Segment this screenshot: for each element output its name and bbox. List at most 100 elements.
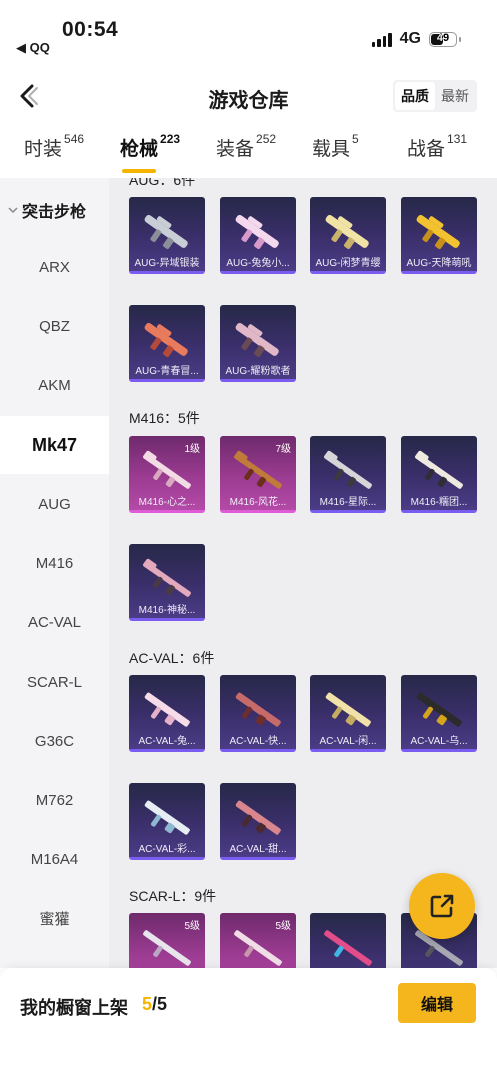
sidebar-item-mk47[interactable]: Mk47 (0, 416, 109, 474)
gun-icon (235, 692, 281, 727)
gun-icon (144, 214, 188, 249)
share-export-icon (430, 894, 454, 918)
gun-icon (143, 930, 191, 966)
status-time: 00:54 (62, 18, 119, 41)
gun-icon (416, 692, 462, 727)
tab-equipment[interactable]: 装备 252 (216, 132, 276, 161)
skin-name: M416-风花... (229, 497, 287, 508)
skin-card[interactable]: AC-VAL-兔... (129, 675, 205, 752)
sidebar-item-qbz[interactable]: QBZ (0, 297, 109, 355)
group-title-ac-val: AC-VAL：6件 (129, 650, 215, 666)
skin-card[interactable]: AUG-天降萌吼 (401, 197, 477, 274)
gun-icon (234, 930, 282, 966)
skin-name: AUG-闲梦青缨 (315, 258, 381, 269)
sidebar-item-ac-val[interactable]: AC-VAL (0, 593, 109, 651)
skin-card[interactable]: 5级 (220, 913, 296, 968)
status-bar: 00:54 ◀ QQ 4G 49 (0, 0, 497, 62)
skin-card[interactable] (310, 913, 386, 968)
sort-quality[interactable]: 品质 (395, 82, 435, 110)
skin-card[interactable]: AC-VAL-乌... (401, 675, 477, 752)
chevron-down-icon (8, 207, 18, 214)
skin-card[interactable]: AUG-青春冒... (129, 305, 205, 382)
showcase-label: 我的橱窗上架 (20, 998, 128, 1018)
skin-card[interactable]: M416-神秘... (129, 544, 205, 621)
skin-name: AC-VAL-兔... (138, 736, 196, 747)
skin-card[interactable]: AC-VAL-甜... (220, 783, 296, 860)
skin-name: AUG-兔兔小... (226, 258, 290, 269)
skin-name: AC-VAL-闲... (319, 736, 377, 747)
sidebar-item-g36c[interactable]: G36C (0, 712, 109, 770)
skin-name: AUG-青春冒... (135, 366, 199, 377)
gun-icon (235, 800, 281, 835)
skin-card[interactable]: 7级 M416-风花... (220, 436, 296, 513)
skin-name: AC-VAL-彩... (138, 844, 196, 855)
skin-name: M416-神秘... (138, 605, 196, 616)
sort-latest[interactable]: 最新 (435, 82, 475, 110)
sidebar-item-m762[interactable]: M762 (0, 771, 109, 829)
gun-icon (143, 450, 191, 489)
weapon-type-sidebar: 突击步枪 ARX QBZ AKM Mk47 AUG M416 AC-VAL SC… (0, 178, 109, 968)
gun-icon (325, 214, 369, 249)
sidebar-item-akm[interactable]: AKM (0, 356, 109, 414)
gun-icon (235, 214, 279, 249)
gun-icon (235, 322, 279, 357)
gun-icon (416, 214, 460, 249)
skin-name: AC-VAL-快... (229, 736, 287, 747)
skin-card[interactable]: AC-VAL-快... (220, 675, 296, 752)
skin-card[interactable]: M416-星际... (310, 436, 386, 513)
sidebar-item-m416[interactable]: M416 (0, 534, 109, 592)
sidebar-item-arx[interactable]: ARX (0, 238, 109, 296)
skin-name: AC-VAL-乌... (410, 736, 468, 747)
category-tabs: 时装 546 枪械 223 装备 252 载具 5 战备 131 (0, 132, 497, 174)
sidebar-item-honey-badger[interactable]: 蜜獾 (0, 889, 109, 947)
gun-icon (144, 692, 190, 727)
showcase-bar: 我的橱窗上架 5/5 编辑 (0, 968, 497, 1080)
sidebar-item-scar-l[interactable]: SCAR-L (0, 653, 109, 711)
back-to-app[interactable]: ◀ QQ (16, 40, 50, 56)
group-title-scar-l: SCAR-L：9件 (129, 888, 217, 904)
skin-card[interactable]: 1级 M416-心之... (129, 436, 205, 513)
skin-name: AUG-异域银装 (134, 258, 200, 269)
skin-name: M416-糯团... (410, 497, 468, 508)
showcase-count: 5/5 (142, 994, 168, 1014)
sidebar-item-m16a4[interactable]: M16A4 (0, 830, 109, 888)
share-button[interactable] (409, 873, 475, 939)
gun-icon (144, 800, 190, 835)
group-title-aug: AUG：6件 (129, 178, 196, 188)
skin-card[interactable]: AUG-兔兔小... (220, 197, 296, 274)
back-button[interactable] (10, 78, 46, 114)
group-title-m416: M416：5件 (129, 410, 200, 426)
gun-icon (324, 450, 372, 489)
nav-bar: 游戏仓库 品质 最新 (0, 70, 497, 124)
skin-card[interactable]: M416-糯团... (401, 436, 477, 513)
skin-card[interactable]: AUG-耀粉歌者 (220, 305, 296, 382)
skin-card[interactable]: AUG-闲梦青缨 (310, 197, 386, 274)
skin-name: M416-星际... (319, 497, 377, 508)
battery-icon: 49 (429, 31, 461, 47)
skin-card[interactable]: 5级 (129, 913, 205, 968)
skin-name: AUG-耀粉歌者 (225, 366, 291, 377)
gun-icon (143, 558, 191, 597)
signal-icon (371, 32, 392, 47)
sidebar-category-header[interactable]: 突击步枪 (8, 198, 86, 222)
sidebar-item-aug[interactable]: AUG (0, 475, 109, 533)
gun-icon (144, 322, 188, 357)
skin-card[interactable]: AC-VAL-彩... (129, 783, 205, 860)
skin-name: AC-VAL-甜... (229, 844, 287, 855)
skin-card[interactable]: AUG-异域银装 (129, 197, 205, 274)
skin-card[interactable]: AC-VAL-闲... (310, 675, 386, 752)
sort-toggle: 品质 最新 (393, 80, 477, 112)
skin-name: AUG-天降萌吼 (406, 258, 472, 269)
tab-battle-gear[interactable]: 战备 131 (407, 132, 467, 161)
gun-icon (415, 450, 463, 489)
skin-grid: AUG：6件 AUG-异域银装 AUG-兔兔小... AUG-闲梦青缨 AUG-… (109, 178, 497, 968)
skin-name: M416-心之... (138, 497, 196, 508)
gun-icon (325, 692, 371, 727)
back-arrow-icon (20, 84, 38, 108)
tab-vehicles[interactable]: 载具 5 (312, 132, 359, 161)
tab-fashion[interactable]: 时装 546 (24, 132, 84, 161)
edit-button[interactable]: 编辑 (398, 983, 476, 1023)
gun-icon (234, 450, 282, 489)
tab-guns[interactable]: 枪械 223 (120, 132, 180, 173)
gun-icon (324, 930, 372, 966)
